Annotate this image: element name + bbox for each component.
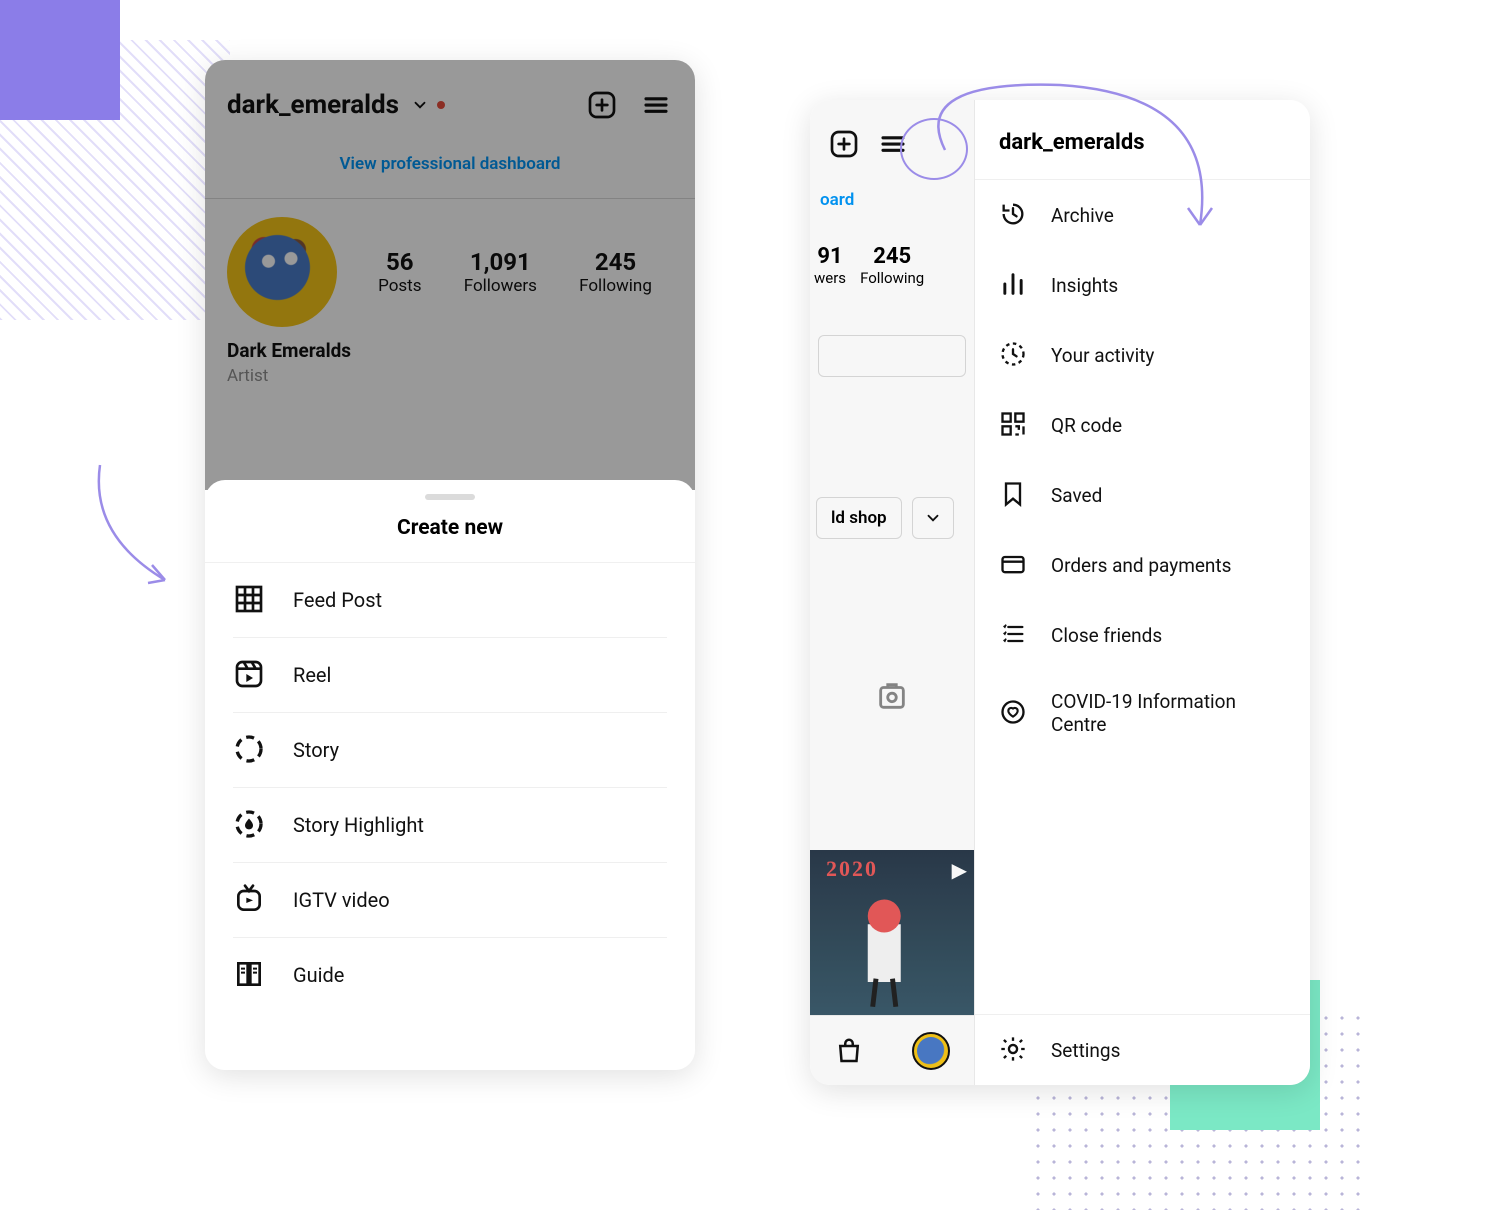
menu-close-friends[interactable]: Close friends bbox=[975, 600, 1310, 670]
avatar[interactable] bbox=[227, 217, 337, 327]
profile-tab-avatar[interactable] bbox=[912, 1032, 950, 1070]
sheet-title: Create new bbox=[205, 510, 695, 563]
posts-stat[interactable]: 56 Posts bbox=[378, 248, 421, 296]
phone-left: dark_emeralds View professional dashboar… bbox=[205, 60, 695, 1070]
hamburger-menu-icon[interactable] bbox=[639, 88, 673, 122]
expand-button[interactable] bbox=[912, 497, 954, 539]
create-reel[interactable]: Reel bbox=[233, 638, 667, 713]
create-story-highlight[interactable]: Story Highlight bbox=[233, 788, 667, 863]
annotation-arrow-left bbox=[80, 455, 200, 595]
story-highlight-icon bbox=[233, 808, 267, 842]
menu-covid-info[interactable]: COVID-19 Information Centre bbox=[975, 670, 1310, 756]
followers-stat-partial[interactable]: 91 wers bbox=[814, 244, 846, 287]
professional-dashboard-link[interactable]: View professional dashboard bbox=[205, 140, 695, 199]
insights-icon bbox=[999, 270, 1029, 300]
qr-icon bbox=[999, 410, 1029, 440]
menu-your-activity[interactable]: Your activity bbox=[975, 320, 1310, 390]
create-igtv[interactable]: IGTV video bbox=[233, 863, 667, 938]
heart-circle-icon bbox=[999, 698, 1029, 728]
menu-orders-payments[interactable]: Orders and payments bbox=[975, 530, 1310, 600]
menu-settings[interactable]: Settings bbox=[975, 1014, 1310, 1085]
post-thumbnail[interactable]: 2020 ▶ bbox=[810, 850, 975, 1015]
display-name: Dark Emeralds bbox=[227, 339, 673, 362]
tagged-tab-icon[interactable] bbox=[810, 679, 974, 713]
create-button[interactable] bbox=[585, 88, 619, 122]
saved-icon bbox=[999, 480, 1029, 510]
grid-icon bbox=[233, 583, 267, 617]
shop-tab-icon[interactable] bbox=[834, 1036, 864, 1066]
reel-icon bbox=[233, 658, 267, 692]
notification-dot bbox=[437, 101, 445, 109]
settings-icon bbox=[999, 1035, 1029, 1065]
decorative-purple-block bbox=[0, 0, 120, 120]
card-icon bbox=[999, 550, 1029, 580]
menu-saved[interactable]: Saved bbox=[975, 460, 1310, 530]
followers-stat[interactable]: 1,091 Followers bbox=[464, 248, 537, 296]
chevron-down-icon[interactable] bbox=[411, 96, 429, 114]
empty-input[interactable] bbox=[818, 335, 966, 377]
sheet-handle[interactable] bbox=[425, 494, 475, 500]
profile-screen-dimmed: dark_emeralds View professional dashboar… bbox=[205, 60, 695, 490]
following-stat[interactable]: 245 Following bbox=[579, 248, 652, 296]
igtv-icon bbox=[233, 883, 267, 917]
activity-icon bbox=[999, 340, 1029, 370]
category: Artist bbox=[227, 366, 673, 386]
create-new-sheet: Create new Feed Post Reel Story Story Hi… bbox=[205, 480, 695, 1070]
guide-icon bbox=[233, 958, 267, 992]
create-button[interactable] bbox=[828, 128, 860, 160]
close-friends-icon bbox=[999, 620, 1029, 650]
annotation-arrow-right bbox=[890, 70, 1240, 270]
story-icon bbox=[233, 733, 267, 767]
username[interactable]: dark_emeralds bbox=[227, 90, 399, 120]
shop-button-partial[interactable]: ld shop bbox=[816, 497, 902, 539]
create-feed-post[interactable]: Feed Post bbox=[233, 563, 667, 638]
create-guide[interactable]: Guide bbox=[233, 938, 667, 1012]
menu-qr-code[interactable]: QR code bbox=[975, 390, 1310, 460]
create-story[interactable]: Story bbox=[233, 713, 667, 788]
